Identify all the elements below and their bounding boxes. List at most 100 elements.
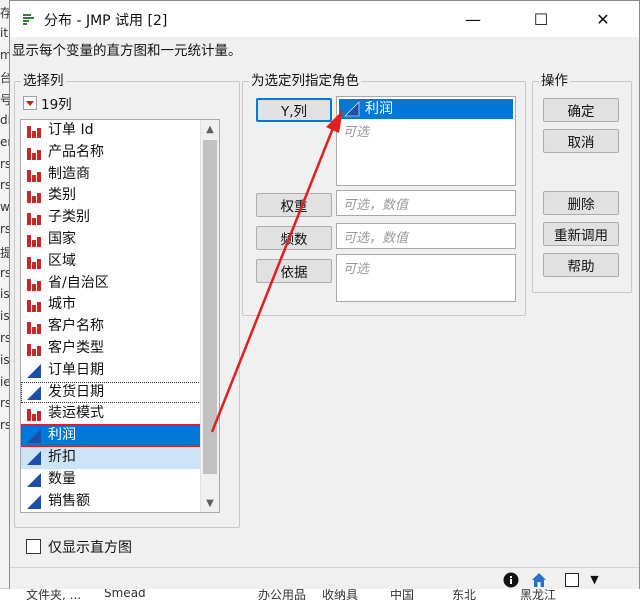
nominal-bars-icon: [27, 300, 41, 313]
minimize-button[interactable]: —: [450, 1, 496, 37]
status-bar: ▼: [10, 567, 639, 589]
title-bar[interactable]: 分布 - JMP 试用 [2] — ☐ ✕: [10, 1, 639, 37]
column-list-item[interactable]: 装运模式: [21, 403, 201, 425]
column-list-item[interactable]: 发货日期: [21, 381, 201, 404]
column-list-item[interactable]: 数量: [21, 469, 201, 491]
column-list-item[interactable]: 利润: [21, 424, 202, 448]
by-button[interactable]: 依据: [256, 259, 332, 283]
window-list-icon[interactable]: [563, 571, 580, 588]
column-list[interactable]: 订单 Id 产品名称制造商类别子类别国家区域省/自治区城市客户名称客户类型订单日期…: [20, 119, 220, 513]
home-icon[interactable]: [530, 571, 547, 588]
scroll-down-arrow-icon[interactable]: ▼: [201, 494, 219, 512]
help-button[interactable]: 帮助: [543, 253, 619, 277]
column-list-item-label: 数量: [48, 470, 76, 487]
nominal-bars-icon: [27, 322, 41, 335]
by-role-box[interactable]: 可选: [336, 254, 516, 302]
continuous-triangle-icon: [27, 385, 41, 400]
nominal-bars-icon: [27, 191, 41, 204]
column-list-item-label: 客户名称: [48, 318, 104, 335]
column-list-item[interactable]: 区域: [21, 251, 201, 273]
window-title: 分布 - JMP 试用 [2]: [44, 13, 168, 29]
freq-role-box[interactable]: 可选，数值: [336, 223, 516, 249]
ok-button[interactable]: 确定: [543, 98, 619, 122]
close-icon: ✕: [596, 9, 610, 29]
close-button[interactable]: ✕: [580, 1, 626, 37]
nominal-bars-icon: [27, 126, 41, 138]
histogram-only-label: 仅显示直方图: [48, 540, 132, 556]
bg-cell: Smead: [104, 588, 146, 600]
column-list-item-label: 制造商: [48, 165, 90, 182]
column-list-item[interactable]: 国家: [21, 229, 201, 251]
column-count-label: 19列: [41, 97, 72, 113]
column-list-item-label: 订单日期: [48, 361, 104, 378]
column-list-item-label: 产品名称: [48, 143, 104, 160]
column-list-item[interactable]: 制造商: [21, 164, 201, 186]
nominal-bars-icon: [27, 147, 41, 160]
info-icon[interactable]: [502, 571, 519, 588]
column-list-item[interactable]: 城市: [21, 294, 201, 316]
by-role-placeholder: 可选: [343, 262, 370, 277]
column-list-item-label: 折扣: [48, 448, 76, 465]
column-list-item-label: 订单 Id: [48, 122, 94, 138]
column-list-item-label: 类别: [48, 187, 76, 204]
bg-cell: 文件夹, ...: [26, 588, 82, 600]
column-list-item-label: 发货日期: [48, 383, 104, 400]
column-list-item-label: 利润: [48, 427, 76, 444]
nominal-bars-icon: [27, 234, 41, 247]
nominal-bars-icon: [27, 343, 41, 356]
column-list-item-label: 销售额: [48, 492, 90, 509]
column-list-item-label: 子类别: [48, 209, 90, 226]
nominal-bars-icon: [27, 256, 41, 269]
window-list-dropdown-icon[interactable]: ▼: [586, 571, 603, 588]
column-list-item[interactable]: 订单日期: [21, 360, 201, 382]
continuous-triangle-icon: [27, 429, 41, 444]
distribution-app-icon: [23, 14, 34, 25]
dialog-description: 显示每个变量的直方图和一元统计量。: [12, 43, 242, 59]
maximize-icon: ☐: [533, 9, 549, 29]
freq-button[interactable]: 频数: [256, 226, 332, 250]
continuous-triangle-icon: [344, 101, 360, 117]
column-list-item-label: 城市: [48, 296, 76, 313]
column-list-item-label: 省/自治区: [48, 274, 109, 291]
column-list-item[interactable]: 产品名称: [21, 142, 201, 164]
column-list-scrollbar[interactable]: ▲ ▼: [200, 120, 219, 512]
select-columns-title: 选择列: [21, 73, 66, 89]
column-list-item[interactable]: 子类别: [21, 207, 201, 229]
y-columns-button[interactable]: Y,列: [256, 98, 332, 122]
histogram-only-checkbox[interactable]: [26, 539, 41, 554]
column-list-item-label: 客户类型: [48, 339, 104, 356]
column-list-item[interactable]: 折扣: [21, 446, 201, 469]
column-list-item-label: 区域: [48, 252, 76, 269]
minimize-icon: —: [465, 9, 481, 29]
bg-cell: 东北: [452, 588, 477, 600]
bg-cell: 办公用品: [258, 588, 307, 600]
scroll-up-arrow-icon[interactable]: ▲: [201, 120, 219, 138]
continuous-triangle-icon: [27, 450, 41, 465]
column-list-item[interactable]: 客户类型: [21, 338, 201, 360]
maximize-button[interactable]: ☐: [518, 1, 564, 37]
remove-button[interactable]: 删除: [543, 191, 619, 215]
weight-role-box[interactable]: 可选，数值: [336, 190, 516, 216]
bg-cell: 中国: [390, 588, 415, 600]
y-role-box[interactable]: 利润 可选: [336, 96, 516, 186]
column-options-dropdown-icon[interactable]: [23, 96, 37, 110]
column-list-item[interactable]: 类别: [21, 185, 201, 207]
column-list-item[interactable]: 订单 Id: [21, 120, 201, 142]
column-list-item-label: 国家: [48, 230, 76, 247]
recall-button[interactable]: 重新调用: [543, 222, 619, 246]
column-list-item-label: 装运模式: [48, 405, 104, 422]
weight-button[interactable]: 权重: [256, 193, 332, 217]
cast-roles-title: 为选定列指定角色: [249, 73, 361, 89]
column-list-item[interactable]: 客户名称: [21, 316, 201, 338]
y-role-placeholder: 可选: [343, 125, 370, 140]
nominal-bars-icon: [27, 169, 41, 182]
nominal-bars-icon: [27, 213, 41, 226]
y-role-assigned-item[interactable]: 利润: [339, 99, 513, 119]
bg-cell: 黑龙江: [520, 588, 557, 600]
freq-role-placeholder: 可选，数值: [343, 231, 409, 246]
column-list-item[interactable]: 销售额: [21, 491, 201, 512]
cancel-button[interactable]: 取消: [543, 129, 619, 153]
scroll-thumb[interactable]: [203, 140, 217, 474]
distribution-dialog: 分布 - JMP 试用 [2] — ☐ ✕ 显示每个变量的直方图和一元统计量。 …: [9, 0, 640, 589]
column-list-item[interactable]: 省/自治区: [21, 273, 201, 295]
